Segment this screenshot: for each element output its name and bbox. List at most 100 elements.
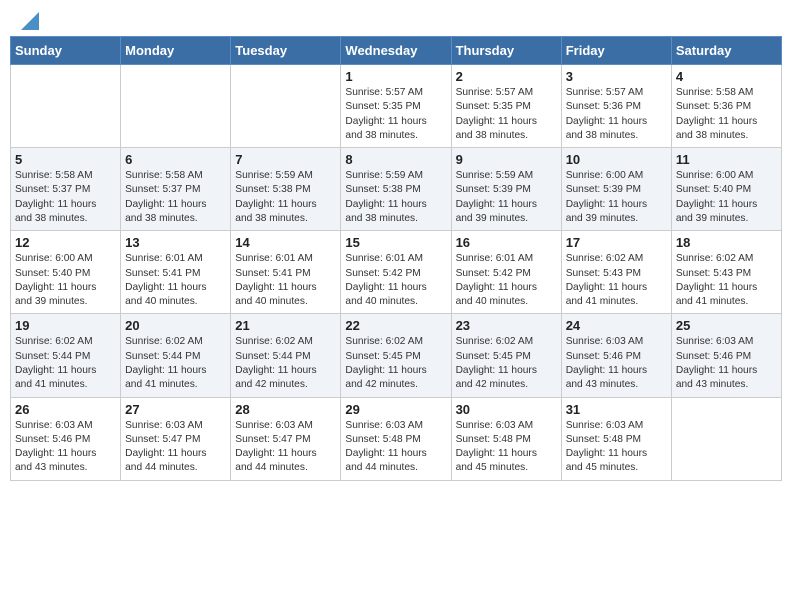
calendar-day-cell bbox=[231, 65, 341, 148]
calendar-day-cell: 17Sunrise: 6:02 AM Sunset: 5:43 PM Dayli… bbox=[561, 231, 671, 314]
day-number: 19 bbox=[15, 318, 116, 333]
day-info: Sunrise: 5:59 AM Sunset: 5:39 PM Dayligh… bbox=[456, 169, 557, 226]
day-info: Sunrise: 5:59 AM Sunset: 5:38 PM Dayligh… bbox=[235, 169, 336, 226]
day-number: 31 bbox=[566, 402, 667, 417]
day-number: 15 bbox=[345, 235, 446, 250]
day-number: 13 bbox=[125, 235, 226, 250]
calendar-day-cell: 30 Sunrise: 6:03 AM Sunset: 5:48 PM Dayli… bbox=[451, 397, 561, 480]
calendar-day-cell: 5Sunrise: 5:58 AM Sunset: 5:37 PM Daylig… bbox=[11, 148, 121, 231]
day-number: 22 bbox=[345, 318, 446, 333]
day-number: 17 bbox=[566, 235, 667, 250]
calendar-day-cell: 13 Sunrise: 6:01 AM Sunset: 5:41 PM Dayli… bbox=[121, 231, 231, 314]
calendar-day-cell: 2 Sunrise: 5:57 AM Sunset: 5:35 PM Daylig… bbox=[451, 65, 561, 148]
weekday-header: Wednesday bbox=[341, 37, 451, 65]
day-info: Sunrise: 6:02 AM Sunset: 5:44 PM Dayligh… bbox=[235, 335, 336, 392]
calendar-day-cell: 19 Sunrise: 6:02 AM Sunset: 5:44 PM Dayli… bbox=[11, 314, 121, 397]
calendar-day-cell: 10 Sunrise: 6:00 AM Sunset: 5:39 PM Dayli… bbox=[561, 148, 671, 231]
calendar-day-cell: 7 Sunrise: 5:59 AM Sunset: 5:38 PM Daylig… bbox=[231, 148, 341, 231]
day-info: Sunrise: 5:58 AM Sunset: 5:36 PM Dayligh… bbox=[676, 86, 777, 143]
day-info: Sunrise: 6:03 AM Sunset: 5:46 PM Dayligh… bbox=[676, 335, 777, 392]
day-number: 14 bbox=[235, 235, 336, 250]
day-number: 20 bbox=[125, 318, 226, 333]
calendar-day-cell: 14 Sunrise: 6:01 AM Sunset: 5:41 PM Dayli… bbox=[231, 231, 341, 314]
calendar-day-cell: 31 Sunrise: 6:03 AM Sunset: 5:48 PM Dayli… bbox=[561, 397, 671, 480]
weekday-header: Saturday bbox=[671, 37, 781, 65]
page-header bbox=[10, 10, 782, 32]
calendar-table: SundayMondayTuesdayWednesdayThursdayFrid… bbox=[10, 36, 782, 481]
calendar-week-row: 26 Sunrise: 6:03 AM Sunset: 5:46 PM Dayli… bbox=[11, 397, 782, 480]
calendar-day-cell: 20Sunrise: 6:02 AM Sunset: 5:44 PM Dayli… bbox=[121, 314, 231, 397]
day-info: Sunrise: 6:01 AM Sunset: 5:42 PM Dayligh… bbox=[345, 252, 446, 309]
calendar-day-cell bbox=[11, 65, 121, 148]
day-info: Sunrise: 6:02 AM Sunset: 5:45 PM Dayligh… bbox=[345, 335, 446, 392]
day-info: Sunrise: 6:02 AM Sunset: 5:44 PM Dayligh… bbox=[15, 335, 116, 392]
calendar-day-cell: 27 Sunrise: 6:03 AM Sunset: 5:47 PM Dayli… bbox=[121, 397, 231, 480]
calendar-day-cell: 26 Sunrise: 6:03 AM Sunset: 5:46 PM Dayli… bbox=[11, 397, 121, 480]
logo bbox=[20, 18, 39, 26]
day-number: 7 bbox=[235, 152, 336, 167]
calendar-day-cell: 22 Sunrise: 6:02 AM Sunset: 5:45 PM Dayli… bbox=[341, 314, 451, 397]
day-info: Sunrise: 6:03 AM Sunset: 5:47 PM Dayligh… bbox=[125, 419, 226, 476]
day-number: 18 bbox=[676, 235, 777, 250]
day-number: 12 bbox=[15, 235, 116, 250]
day-number: 5 bbox=[15, 152, 116, 167]
calendar-day-cell: 12 Sunrise: 6:00 AM Sunset: 5:40 PM Dayli… bbox=[11, 231, 121, 314]
day-info: Sunrise: 6:03 AM Sunset: 5:48 PM Dayligh… bbox=[456, 419, 557, 476]
calendar-day-cell: 28 Sunrise: 6:03 AM Sunset: 5:47 PM Dayli… bbox=[231, 397, 341, 480]
day-number: 29 bbox=[345, 402, 446, 417]
day-info: Sunrise: 6:01 AM Sunset: 5:41 PM Dayligh… bbox=[125, 252, 226, 309]
calendar-day-cell: 11 Sunrise: 6:00 AM Sunset: 5:40 PM Dayli… bbox=[671, 148, 781, 231]
calendar-day-cell: 24 Sunrise: 6:03 AM Sunset: 5:46 PM Dayli… bbox=[561, 314, 671, 397]
day-info: Sunrise: 6:03 AM Sunset: 5:46 PM Dayligh… bbox=[566, 335, 667, 392]
calendar-day-cell: 21 Sunrise: 6:02 AM Sunset: 5:44 PM Dayli… bbox=[231, 314, 341, 397]
calendar-day-cell: 1 Sunrise: 5:57 AM Sunset: 5:35 PM Daylig… bbox=[341, 65, 451, 148]
weekday-header: Tuesday bbox=[231, 37, 341, 65]
calendar-day-cell: 4Sunrise: 5:58 AM Sunset: 5:36 PM Daylig… bbox=[671, 65, 781, 148]
day-number: 9 bbox=[456, 152, 557, 167]
day-info: Sunrise: 5:57 AM Sunset: 5:35 PM Dayligh… bbox=[456, 86, 557, 143]
calendar-day-cell: 18Sunrise: 6:02 AM Sunset: 5:43 PM Dayli… bbox=[671, 231, 781, 314]
day-number: 25 bbox=[676, 318, 777, 333]
day-info: Sunrise: 6:00 AM Sunset: 5:39 PM Dayligh… bbox=[566, 169, 667, 226]
calendar-week-row: 1 Sunrise: 5:57 AM Sunset: 5:35 PM Daylig… bbox=[11, 65, 782, 148]
calendar-day-cell: 9 Sunrise: 5:59 AM Sunset: 5:39 PM Daylig… bbox=[451, 148, 561, 231]
weekday-header: Sunday bbox=[11, 37, 121, 65]
day-info: Sunrise: 5:57 AM Sunset: 5:36 PM Dayligh… bbox=[566, 86, 667, 143]
calendar-day-cell: 3 Sunrise: 5:57 AM Sunset: 5:36 PM Daylig… bbox=[561, 65, 671, 148]
day-number: 6 bbox=[125, 152, 226, 167]
day-info: Sunrise: 6:02 AM Sunset: 5:45 PM Dayligh… bbox=[456, 335, 557, 392]
day-number: 2 bbox=[456, 69, 557, 84]
day-info: Sunrise: 5:57 AM Sunset: 5:35 PM Dayligh… bbox=[345, 86, 446, 143]
calendar-day-cell bbox=[671, 397, 781, 480]
day-number: 24 bbox=[566, 318, 667, 333]
day-number: 23 bbox=[456, 318, 557, 333]
day-number: 10 bbox=[566, 152, 667, 167]
calendar-header-row: SundayMondayTuesdayWednesdayThursdayFrid… bbox=[11, 37, 782, 65]
day-number: 16 bbox=[456, 235, 557, 250]
day-number: 30 bbox=[456, 402, 557, 417]
calendar-day-cell: 23 Sunrise: 6:02 AM Sunset: 5:45 PM Dayli… bbox=[451, 314, 561, 397]
day-info: Sunrise: 6:03 AM Sunset: 5:48 PM Dayligh… bbox=[566, 419, 667, 476]
calendar-day-cell: 15 Sunrise: 6:01 AM Sunset: 5:42 PM Dayli… bbox=[341, 231, 451, 314]
day-number: 1 bbox=[345, 69, 446, 84]
calendar-day-cell: 8 Sunrise: 5:59 AM Sunset: 5:38 PM Daylig… bbox=[341, 148, 451, 231]
calendar-day-cell: 29Sunrise: 6:03 AM Sunset: 5:48 PM Dayli… bbox=[341, 397, 451, 480]
day-number: 28 bbox=[235, 402, 336, 417]
calendar-day-cell: 16Sunrise: 6:01 AM Sunset: 5:42 PM Dayli… bbox=[451, 231, 561, 314]
calendar-day-cell bbox=[121, 65, 231, 148]
day-number: 26 bbox=[15, 402, 116, 417]
day-info: Sunrise: 6:00 AM Sunset: 5:40 PM Dayligh… bbox=[676, 169, 777, 226]
calendar-week-row: 19 Sunrise: 6:02 AM Sunset: 5:44 PM Dayli… bbox=[11, 314, 782, 397]
weekday-header: Friday bbox=[561, 37, 671, 65]
day-info: Sunrise: 5:59 AM Sunset: 5:38 PM Dayligh… bbox=[345, 169, 446, 226]
day-number: 11 bbox=[676, 152, 777, 167]
day-number: 21 bbox=[235, 318, 336, 333]
day-info: Sunrise: 6:03 AM Sunset: 5:46 PM Dayligh… bbox=[15, 419, 116, 476]
logo-icon bbox=[21, 12, 39, 30]
day-info: Sunrise: 6:00 AM Sunset: 5:40 PM Dayligh… bbox=[15, 252, 116, 309]
day-number: 3 bbox=[566, 69, 667, 84]
day-number: 8 bbox=[345, 152, 446, 167]
day-info: Sunrise: 6:01 AM Sunset: 5:41 PM Dayligh… bbox=[235, 252, 336, 309]
day-number: 27 bbox=[125, 402, 226, 417]
day-info: Sunrise: 6:03 AM Sunset: 5:47 PM Dayligh… bbox=[235, 419, 336, 476]
